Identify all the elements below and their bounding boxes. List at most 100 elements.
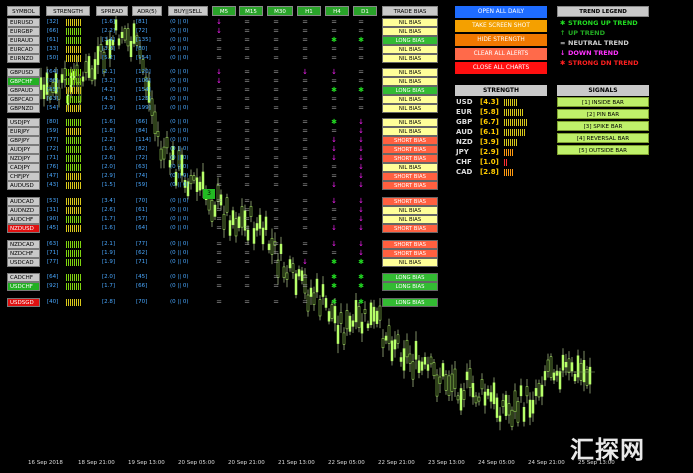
buy-sell-value: (0 || 0) [170,119,189,125]
close-all-charts-button[interactable]: CLOSE ALL CHARTS [455,62,547,74]
legend-item: ✱ STRONG UP TREND [560,19,638,28]
neutral-icon: = [302,118,308,126]
symbol-button[interactable]: EURJPY [7,127,40,136]
strength-value: [90] [47,216,59,222]
neutral-icon: = [244,18,250,26]
header-d1[interactable]: D1 [353,6,377,16]
down-arrow-icon: ↓ [331,224,337,232]
strength-meter [66,119,82,126]
symbol-button[interactable]: USDCAD [7,258,40,267]
strength-value: [54] [47,105,59,111]
neutral-icon: = [302,172,308,180]
strength-value: [92] [47,283,59,289]
candle-body [441,363,445,377]
candle-body [372,306,376,322]
buy-sell-value: (0 || 0) [170,198,189,204]
trade-bias-badge: SHORT BIAS [382,181,438,190]
neutral-icon: = [273,197,279,205]
currency-strength-value: [6.1] [480,128,499,136]
legend-item: ↓ DOWN TREND [560,49,619,58]
symbol-button[interactable]: EURAUD [7,36,40,45]
buy-sell-value: (0 || 0) [170,128,189,134]
neutral-icon: = [273,86,279,94]
take-screen-shot-button[interactable]: TAKE SCREEN SHOT [455,20,547,32]
symbol-button[interactable]: CHFJPY [7,172,40,181]
symbol-button[interactable]: GBPNZD [7,104,40,113]
trade-bias-badge: LONG BIAS [382,298,438,307]
header-m30[interactable]: M30 [267,6,293,16]
down-arrow-icon: ↓ [358,215,364,223]
header-h1[interactable]: H1 [297,6,321,16]
symbol-button[interactable]: GBPCAD [7,95,40,104]
symbol-button[interactable]: USDJPY [7,118,40,127]
candle-body [432,362,436,377]
header-m15[interactable]: M15 [239,6,263,16]
neutral-icon: = [331,215,337,223]
buy-sell-value: (0 || 0) [170,164,189,170]
adr-value: [120] [136,69,151,75]
symbol-button[interactable]: EURGBP [7,27,40,36]
symbol-button[interactable]: USDSGD [7,298,40,307]
currency-strength-chf: CHF [1.0] [456,157,546,167]
symbol-button[interactable]: CADJPY [7,163,40,172]
candle-body [513,390,517,412]
neutral-icon: = [244,27,250,35]
spread-value: [2.9] [102,105,116,111]
symbol-button[interactable]: AUDCAD [7,197,40,206]
neutral-icon: = [216,45,222,53]
symbol-button[interactable]: GBPUSD [7,68,40,77]
clear-all-alerts-button[interactable]: CLEAR ALL ALERTS [455,48,547,60]
symbol-button[interactable]: CADCHF [7,273,40,282]
symbol-button[interactable]: GBPAUD [7,86,40,95]
adr-value: [62] [136,250,148,256]
open-all-daily-button[interactable]: OPEN ALL DAILY [455,6,547,18]
currency-label: CHF [456,158,472,166]
candle-body [555,370,559,376]
symbol-button[interactable]: NZDCAD [7,240,40,249]
x-axis-label: 20 Sep 21:00 [228,460,265,466]
x-axis-label: 22 Sep 21:00 [378,460,415,466]
down-arrow-icon: ↓ [358,197,364,205]
neutral-icon: = [273,154,279,162]
signal-marker[interactable]: 3 [203,189,215,199]
symbol-button[interactable]: NZDUSD [7,224,40,233]
spread-value: [1.6] [102,119,116,125]
neutral-icon: = [273,240,279,248]
header-strength: STRENGTH [46,6,90,16]
symbol-button[interactable]: EURNZD [7,54,40,63]
symbol-button[interactable]: AUDJPY [7,145,40,154]
symbol-button[interactable]: EURUSD [7,18,40,27]
neutral-icon: = [302,163,308,171]
symbol-button[interactable]: GBPCHF [7,77,40,86]
header-h4[interactable]: H4 [325,6,349,16]
down-arrow-icon: ↓ [302,258,308,266]
header-symbol: SYMBOL [7,6,40,16]
down-arrow-icon: ↓ [331,145,337,153]
symbol-button[interactable]: AUDNZD [7,206,40,215]
strength-meter [66,96,82,103]
buy-sell-value: (0 || 0) [170,216,189,222]
candle-body [423,357,427,365]
pair-row-gbpusd: GBPUSD [64] [2.1] [120] (0 || 0) ↓ = = ↓ ↓ = NIL BI… [0,68,440,77]
symbol-button[interactable]: AUDCHF [7,215,40,224]
down-arrow-icon: ↓ [358,145,364,153]
symbol-button[interactable]: USDCHF [7,282,40,291]
down-arrow-icon: ↓ [216,77,222,85]
neutral-icon: = [302,104,308,112]
hide-strength-button[interactable]: HIDE STRENGTH [455,34,547,46]
spread-value: [1.9] [102,250,116,256]
candle-body [327,311,331,322]
neutral-icon: = [273,27,279,35]
symbol-button[interactable]: EURCAD [7,45,40,54]
currency-label: EUR [456,108,472,116]
header-m5[interactable]: M5 [212,6,236,16]
currency-strength-jpy: JPY [2.9] [456,147,546,157]
neutral-icon: = [216,54,222,62]
adr-value: [125] [136,96,151,102]
down-arrow-icon: ↓ [358,240,364,248]
symbol-button[interactable]: NZDJPY [7,154,40,163]
symbol-button[interactable]: AUDUSD [7,181,40,190]
symbol-button[interactable]: NZDCHF [7,249,40,258]
symbol-button[interactable]: GBPJPY [7,136,40,145]
x-axis-label: 16 Sep 2018 [28,460,63,466]
